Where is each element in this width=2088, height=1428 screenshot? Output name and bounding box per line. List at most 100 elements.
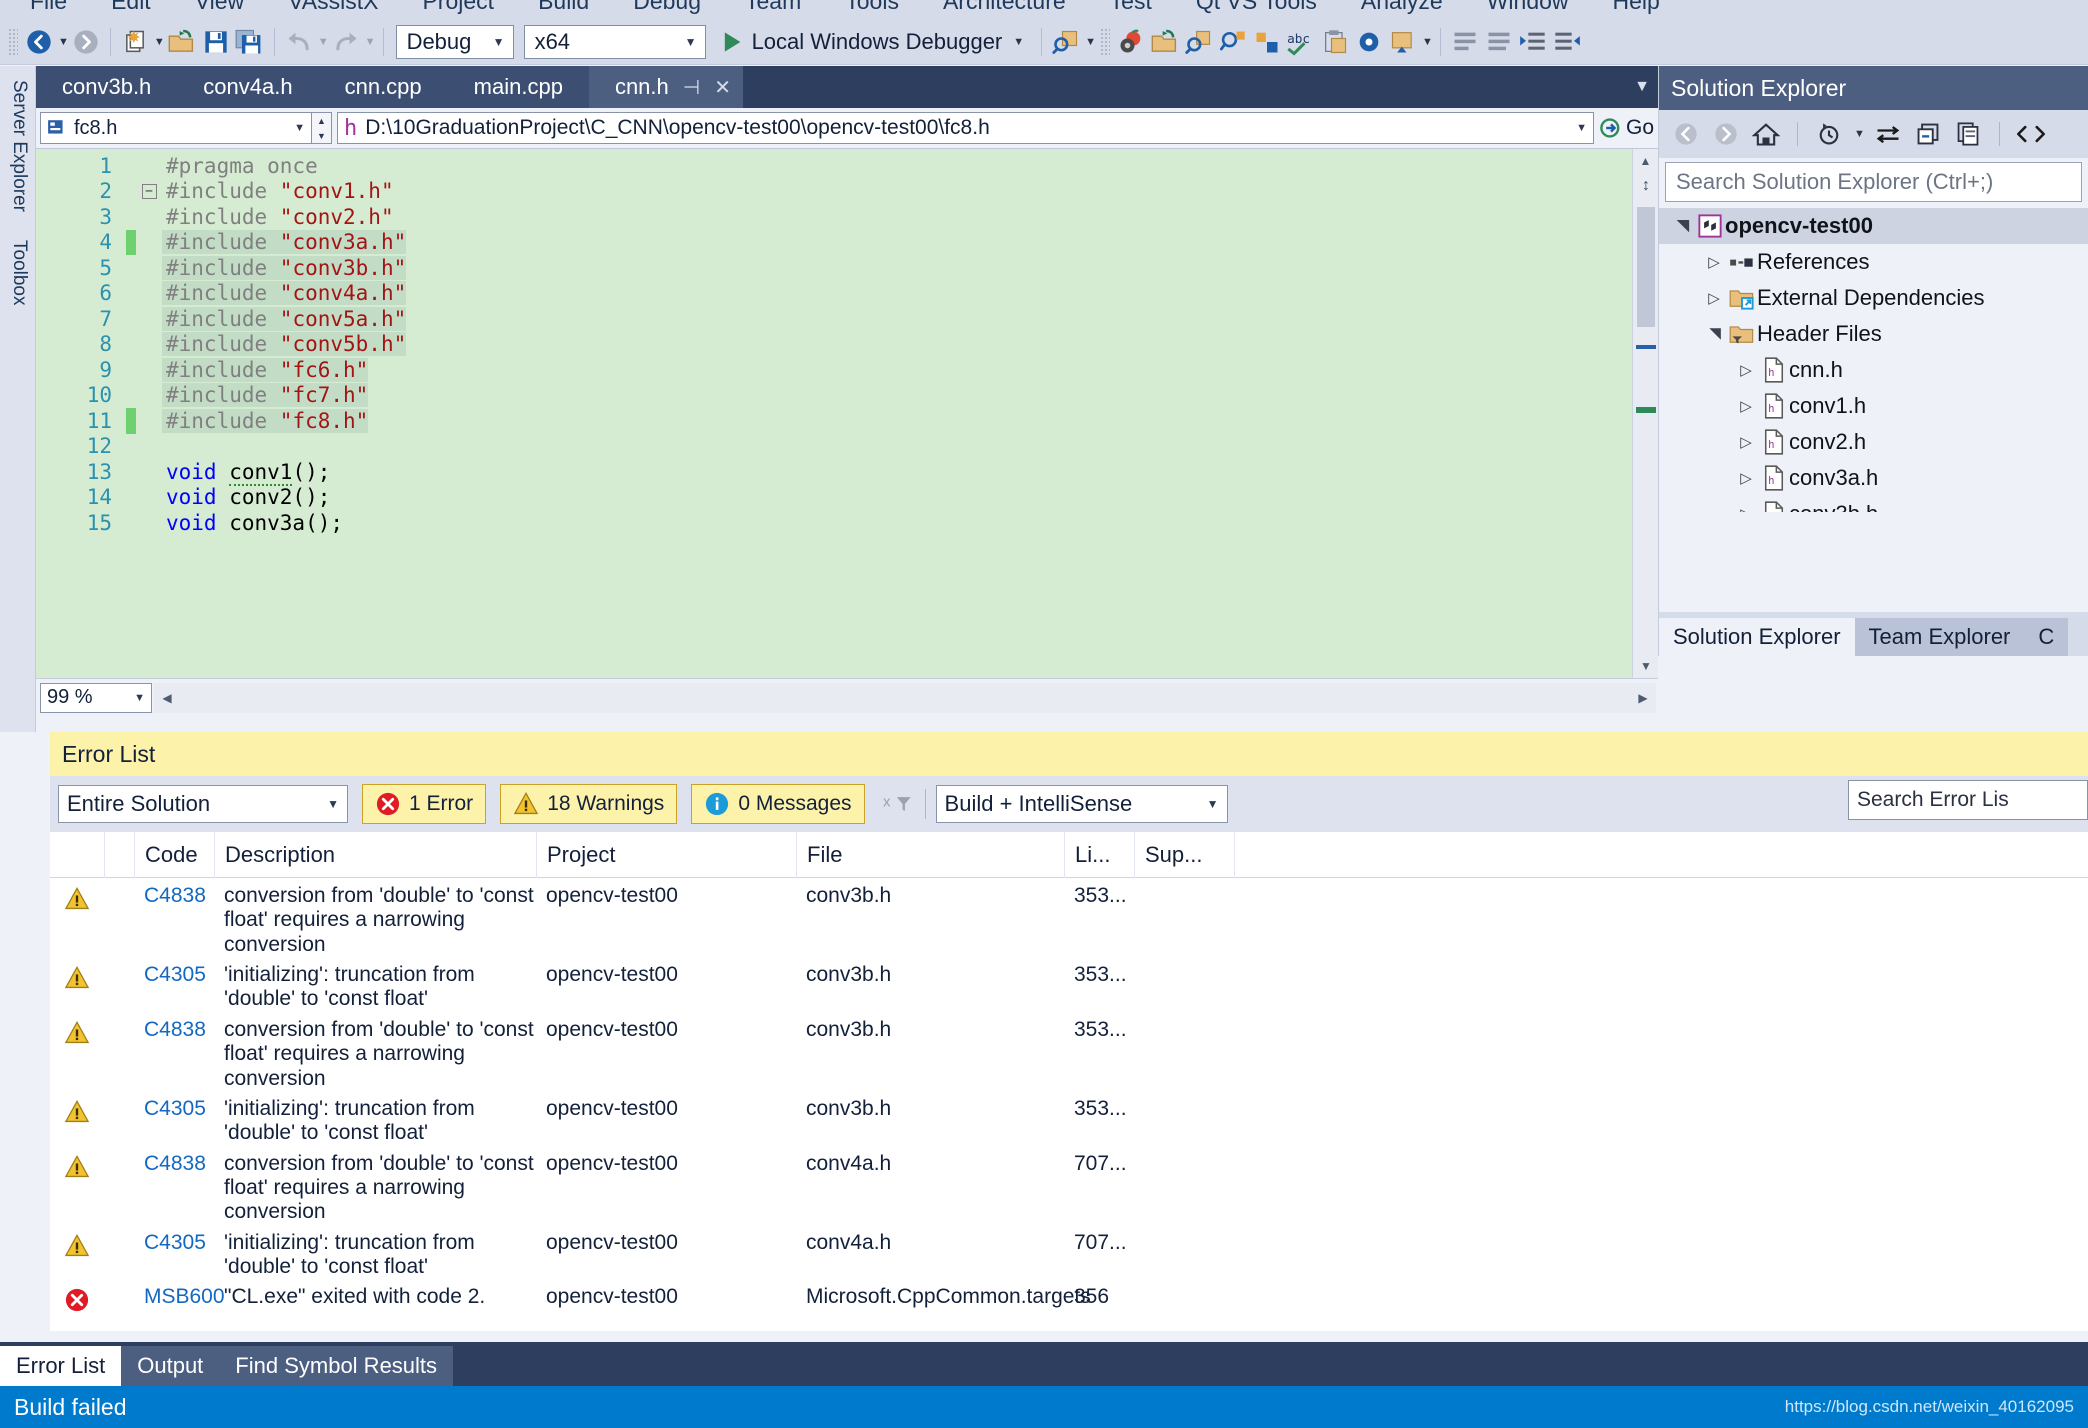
comment-icon[interactable] (1448, 24, 1482, 60)
code-text[interactable]: #include "fc7.h" (162, 383, 369, 408)
editor-tab-main-cpp[interactable]: main.cpp (447, 66, 589, 108)
pin-tab-icon[interactable]: ⊣ (683, 75, 700, 100)
vassist-tool-icon[interactable] (1352, 24, 1386, 60)
column-header-file[interactable]: File (796, 831, 1064, 878)
show-all-files-icon[interactable] (1951, 117, 1985, 151)
fold-margin[interactable]: − (136, 183, 162, 199)
tree-item-conv1-h[interactable]: ▷ h conv1.h (1659, 388, 2088, 424)
menu-item-vassistx[interactable]: VAssistX (266, 0, 400, 13)
code-line[interactable]: 7 #include "conv5a.h" (36, 306, 1658, 332)
column-header-line[interactable]: Li... (1064, 831, 1134, 878)
redo-icon[interactable] (329, 24, 363, 60)
chevron-right-icon[interactable]: ▷ (1701, 253, 1727, 271)
menu-item-window[interactable]: Window (1465, 0, 1591, 13)
forward-icon[interactable] (1709, 117, 1743, 151)
uncomment-icon[interactable] (1482, 24, 1516, 60)
refactor-dropdown-caret[interactable]: ▼ (1422, 36, 1433, 48)
redo-dropdown-caret[interactable]: ▼ (365, 36, 376, 48)
paste-history-icon[interactable] (1318, 24, 1352, 60)
scroll-split-icon[interactable]: ↕ (1638, 175, 1654, 197)
code-line[interactable]: 6 #include "conv4a.h" (36, 281, 1658, 307)
code-line[interactable]: 9 #include "fc6.h" (36, 357, 1658, 383)
open-file-icon[interactable] (165, 24, 199, 60)
column-header-severity[interactable] (50, 832, 104, 878)
code-text[interactable]: #pragma once (162, 154, 318, 178)
menu-item-tools[interactable]: Tools (823, 0, 921, 13)
tree-item-conv3b-h[interactable]: ▷ h conv3b.h (1659, 496, 2088, 512)
code-line[interactable]: 11 #include "fc8.h" (36, 408, 1658, 434)
find-icon[interactable] (1049, 24, 1083, 60)
code-text[interactable]: #include "fc8.h" (162, 408, 369, 433)
solution-platform-combo[interactable]: x64 ▼ (523, 24, 706, 59)
error-code-link[interactable]: MSB600 (134, 1285, 225, 1309)
menu-item-project[interactable]: Project (400, 0, 516, 13)
error-code-link[interactable]: C4305 (134, 1097, 214, 1121)
error-code-link[interactable]: C4838 (134, 1018, 214, 1042)
save-icon[interactable] (199, 24, 233, 60)
collapse-region-icon[interactable]: − (141, 183, 157, 199)
scroll-down-icon[interactable]: ▼ (1633, 654, 1658, 678)
menu-item-qt-vs-tools[interactable]: Qt VS Tools (1174, 0, 1339, 13)
code-line[interactable]: 4 #include "conv3a.h" (36, 229, 1658, 255)
toolbar-grip-2[interactable] (1100, 27, 1111, 56)
menu-item-test[interactable]: Test (1088, 0, 1174, 13)
editor-horizontal-scrollbar[interactable]: ◀ ▶ (154, 682, 1656, 713)
menu-item-analyze[interactable]: Analyze (1339, 0, 1465, 13)
hscroll-track[interactable] (180, 683, 1630, 713)
code-line[interactable]: 2 − #include "conv1.h" (36, 179, 1658, 205)
menu-item-debug[interactable]: Debug (611, 0, 723, 13)
tree-item-external-dependencies[interactable]: ▷ External Dependencies (1659, 280, 2088, 316)
close-tab-icon[interactable]: ✕ (714, 75, 731, 100)
pending-changes-icon[interactable] (1812, 117, 1846, 151)
clear-filter-icon[interactable]: x (881, 790, 915, 818)
code-text[interactable]: void conv3a(); (162, 511, 343, 535)
spell-check-icon[interactable]: abc (1284, 24, 1318, 60)
tree-item-opencv-test00[interactable]: ◢ opencv-test00 (1659, 208, 2088, 244)
code-text[interactable]: #include "fc6.h" (162, 357, 369, 382)
save-all-icon[interactable] (233, 24, 267, 60)
bottom-tab-output[interactable]: Output (121, 1346, 220, 1386)
menu-item-edit[interactable]: Edit (89, 0, 173, 13)
open-folder-icon[interactable] (1148, 24, 1182, 60)
se-tab-solution-explorer[interactable]: Solution Explorer (1659, 618, 1855, 656)
code-line[interactable]: 1 #pragma once (36, 153, 1658, 179)
chevron-right-icon[interactable]: ▷ (1733, 361, 1759, 379)
search-solution-explorer-input[interactable]: Search Solution Explorer (Ctrl+;) (1665, 162, 2082, 202)
toolbar-grip[interactable] (8, 27, 18, 56)
solution-configuration-combo[interactable]: Debug ▼ (395, 24, 514, 59)
code-editor[interactable]: 1 #pragma once 2− #include "conv1.h" 3 #inclu… (36, 148, 1658, 678)
code-text[interactable]: #include "conv4a.h" (162, 281, 407, 306)
error-table-row[interactable]: MSB600 "CL.exe" exited with code 2. opencv… (50, 1279, 2088, 1331)
editor-tab-cnn-cpp[interactable]: cnn.cpp (318, 66, 448, 108)
tree-item-conv2-h[interactable]: ▷ h conv2.h (1659, 424, 2088, 460)
bottom-tab-error-list[interactable]: Error List (0, 1346, 122, 1386)
menu-item-help[interactable]: Help (1591, 0, 1682, 13)
code-line[interactable]: 15 void conv3a(); (36, 510, 1658, 536)
column-header-code[interactable]: Code (134, 831, 214, 878)
column-header-suppression[interactable]: Sup... (1134, 831, 1234, 878)
code-text[interactable]: #include "conv2.h" (162, 205, 394, 229)
refactor-icon[interactable] (1386, 24, 1420, 60)
home-icon[interactable] (1749, 117, 1783, 151)
sync-with-active-icon[interactable] (1871, 117, 1905, 151)
go-button[interactable]: Go (1594, 116, 1654, 140)
menu-item-file[interactable]: File (8, 0, 89, 13)
scroll-right-icon[interactable]: ▶ (1630, 691, 1656, 705)
chevron-right-icon[interactable]: ▷ (1733, 505, 1759, 512)
code-text[interactable]: #include "conv5a.h" (162, 306, 407, 331)
menu-item-architecture[interactable]: Architecture (921, 0, 1088, 13)
search-error-list-input[interactable]: Search Error Lis (1848, 780, 2088, 820)
menu-item-team[interactable]: Team (723, 0, 823, 13)
back-dropdown-caret[interactable]: ▼ (58, 36, 69, 48)
spinner-up-icon[interactable]: ▲ (312, 113, 331, 128)
undo-icon[interactable] (282, 24, 316, 60)
navigate-forward-icon[interactable] (69, 24, 103, 60)
back-icon[interactable] (1669, 117, 1703, 151)
editor-tab-cnn-h[interactable]: cnn.h ⊣ ✕ (588, 66, 743, 108)
bottom-tab-find-symbol-results[interactable]: Find Symbol Results (219, 1346, 454, 1386)
se-tab-c[interactable]: C (2024, 618, 2069, 656)
spinner-down-icon[interactable]: ▼ (312, 128, 331, 143)
code-text[interactable]: #include "conv1.h" (162, 179, 394, 203)
tab-overflow-chevron-icon[interactable]: ▼ (1634, 78, 1650, 96)
scrollbar-thumb[interactable] (1637, 207, 1655, 327)
